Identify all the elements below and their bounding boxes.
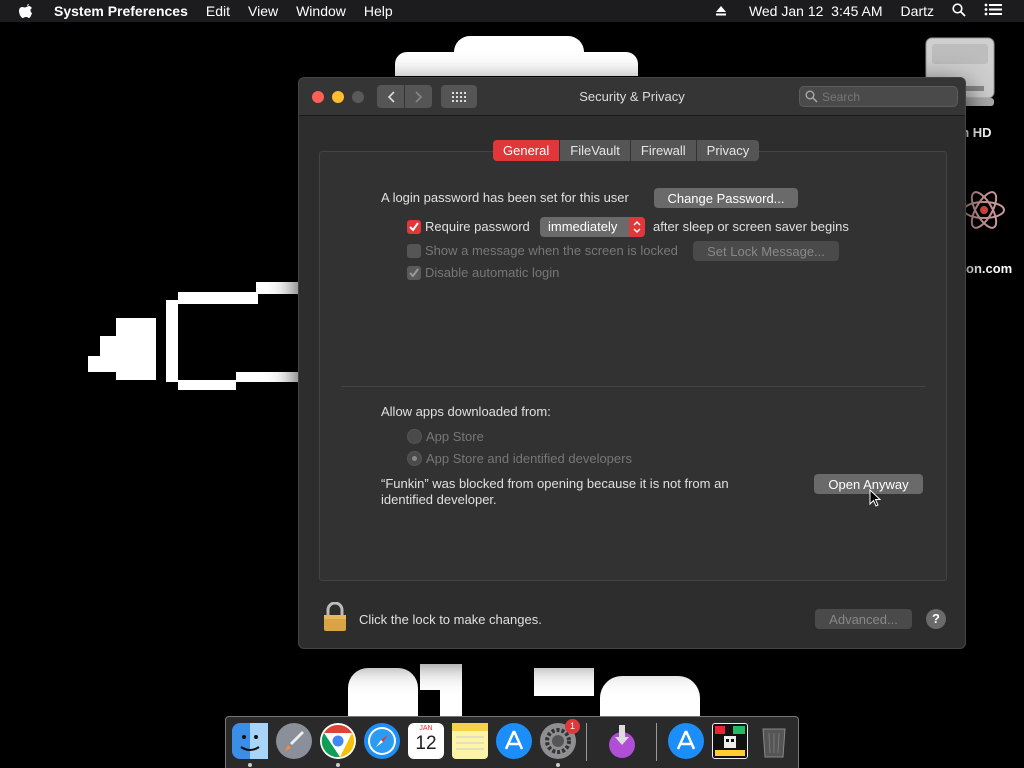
calendar-day: 12 [415, 733, 437, 754]
desktop: System Preferences Edit View Window Help… [0, 0, 1024, 768]
title-bar[interactable]: Security & Privacy [299, 78, 965, 116]
apple-menu-icon[interactable] [18, 3, 36, 19]
tab-general[interactable]: General [493, 140, 561, 161]
dock: JAN 12 1 [225, 716, 799, 768]
updown-arrows-icon [629, 217, 645, 237]
atom-label: on.com [966, 261, 1013, 276]
security-privacy-window: Security & Privacy General FileVault Fir… [298, 77, 966, 649]
app-store-radio [407, 429, 422, 444]
lock-text: Click the lock to make changes. [359, 612, 542, 627]
menu-window[interactable]: Window [296, 3, 346, 19]
section-divider [341, 386, 925, 387]
menu-clock[interactable]: Wed Jan 12 3:45 AM [749, 3, 883, 19]
search-icon [805, 90, 818, 103]
set-lock-message-button: Set Lock Message... [693, 241, 839, 261]
app-store-label: App Store [426, 429, 484, 444]
show-message-checkbox [407, 244, 421, 258]
spotlight-icon[interactable] [952, 2, 966, 20]
tab-firewall[interactable]: Firewall [631, 140, 697, 161]
chrome-running-indicator [336, 763, 340, 767]
menu-help[interactable]: Help [364, 3, 393, 19]
funkin-icon[interactable] [712, 723, 748, 759]
lock-icon[interactable] [323, 601, 347, 632]
eject-icon[interactable] [715, 3, 727, 19]
system-preferences-running-indicator [556, 763, 560, 767]
menu-app-name[interactable]: System Preferences [54, 3, 188, 19]
require-password-checkbox[interactable] [407, 220, 421, 234]
general-panel [319, 151, 947, 581]
search-field[interactable] [799, 86, 958, 107]
blocked-message-line1: “Funkin” was blocked from opening becaus… [381, 476, 729, 491]
notification-center-icon[interactable] [984, 3, 1002, 19]
password-delay-value: immediately [548, 219, 618, 234]
after-sleep-text: after sleep or screen saver begins [653, 219, 849, 234]
calendar-month: JAN [419, 725, 433, 732]
mouse-cursor-icon [869, 488, 882, 508]
menu-extras: Wed Jan 12 3:45 AM Dartz [697, 0, 1024, 22]
app-store-devs-label: App Store and identified developers [426, 451, 632, 466]
system-preferences-icon[interactable]: 1 [540, 719, 580, 759]
menu-view[interactable]: View [248, 3, 278, 19]
app-store-devs-radio [407, 451, 422, 466]
notes-icon[interactable] [452, 723, 488, 759]
chrome-icon[interactable] [320, 723, 356, 759]
dock-separator [586, 723, 587, 761]
notification-badge: 1 [565, 719, 580, 734]
show-message-label: Show a message when the screen is locked [425, 243, 678, 258]
require-password-label: Require password [425, 219, 530, 234]
checkmark-icon [409, 268, 419, 278]
login-password-text: A login password has been set for this u… [381, 190, 629, 205]
menu-edit[interactable]: Edit [206, 3, 230, 19]
trash-icon[interactable] [756, 723, 792, 759]
tab-filevault[interactable]: FileVault [560, 140, 631, 161]
allow-apps-label: Allow apps downloaded from: [381, 404, 551, 419]
help-button[interactable]: ? [926, 609, 946, 629]
advanced-button: Advanced... [815, 609, 912, 629]
blocked-message-line2: identified developer. [381, 492, 497, 507]
finder-running-indicator [248, 763, 252, 767]
tab-privacy[interactable]: Privacy [697, 140, 760, 161]
atom-icon[interactable] [962, 175, 1006, 245]
disable-auto-login-label: Disable automatic login [425, 265, 560, 280]
disable-auto-login-checkbox [407, 266, 421, 280]
dock-separator [656, 723, 657, 761]
installer-icon[interactable] [604, 723, 640, 759]
checkmark-icon [409, 222, 419, 232]
app-store-icon[interactable] [496, 723, 532, 759]
password-delay-select[interactable]: immediately [540, 217, 645, 237]
app-store-folder-icon[interactable] [668, 723, 704, 759]
change-password-button[interactable]: Change Password... [654, 188, 798, 208]
launchpad-icon[interactable] [276, 723, 312, 759]
search-input[interactable] [822, 88, 952, 106]
menu-user[interactable]: Dartz [901, 3, 934, 19]
safari-icon[interactable] [364, 723, 400, 759]
tab-bar: General FileVault Firewall Privacy [493, 140, 760, 161]
menu-bar: System Preferences Edit View Window Help… [0, 0, 1024, 22]
calendar-icon[interactable]: JAN 12 [408, 723, 444, 759]
finder-icon[interactable] [232, 723, 268, 759]
